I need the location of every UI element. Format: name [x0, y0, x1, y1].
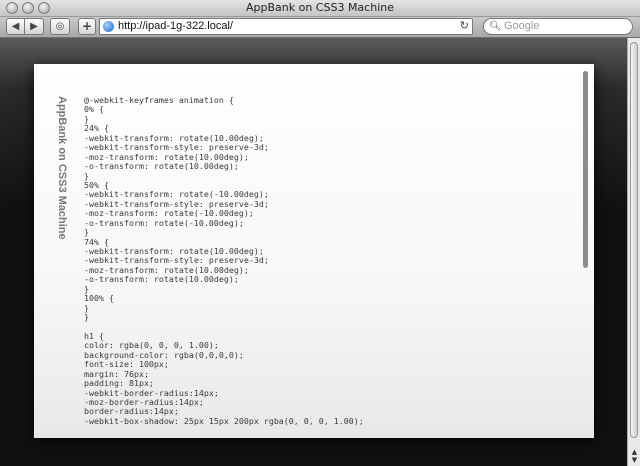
scroll-arrows-icon[interactable]: ▲ ▼ [629, 448, 640, 464]
code-line: @-webkit-keyframes animation { [84, 95, 234, 105]
window-scrollbar[interactable]: ▲ ▼ [627, 38, 640, 466]
scrollbar-thumb[interactable] [630, 42, 638, 438]
side-label: AppBank on CSS3 Machine [54, 96, 68, 240]
add-bookmark-button[interactable]: + [78, 18, 96, 35]
back-button[interactable]: ◀ [6, 18, 25, 35]
side-label-text: AppBank on CSS3 Machine [56, 96, 68, 240]
globe-icon [103, 21, 114, 32]
url-text[interactable]: http://ipad-1g-322.local/ [118, 20, 233, 32]
code-line: -o-transform: rotate(10.00deg); [84, 274, 239, 285]
code-line: 0% { [84, 104, 104, 115]
code-line: -o-transform: rotate(10.00deg); [84, 161, 239, 172]
code-line: } [84, 283, 89, 294]
code-line: } [84, 302, 89, 313]
address-bar[interactable]: http://ipad-1g-322.local/ ↻ [99, 18, 473, 35]
code-line: } [84, 227, 89, 238]
toolbar: ◀ ▶ ◎ + http://ipad-1g-322.local/ ↻ 🔍︎ G… [0, 17, 640, 38]
code-line: 100% { [84, 293, 114, 304]
history-button[interactable]: ◎ [50, 18, 70, 35]
search-field[interactable]: 🔍︎ Google [483, 18, 633, 35]
window-title: AppBank on CSS3 Machine [245, 1, 394, 14]
title-bar: AppBank on CSS3 Machine [0, 0, 640, 17]
forward-button[interactable]: ▶ [25, 18, 44, 35]
code-line: -o-transform: rotate(-10.00deg); [84, 217, 244, 228]
search-icon: 🔍︎ [489, 21, 502, 32]
card-scrollbar[interactable] [583, 71, 588, 268]
search-input[interactable]: Google [504, 20, 539, 32]
css-code-block: @-webkit-keyframes animation {0% {} 24% {… [84, 95, 364, 426]
code-line: } [84, 312, 89, 323]
code-line: } [84, 113, 89, 124]
code-line: } [84, 170, 89, 181]
code-line: -webkit-box-shadow: 25px 15px 200px rgba… [84, 415, 364, 426]
reload-icon[interactable]: ↻ [460, 19, 469, 32]
